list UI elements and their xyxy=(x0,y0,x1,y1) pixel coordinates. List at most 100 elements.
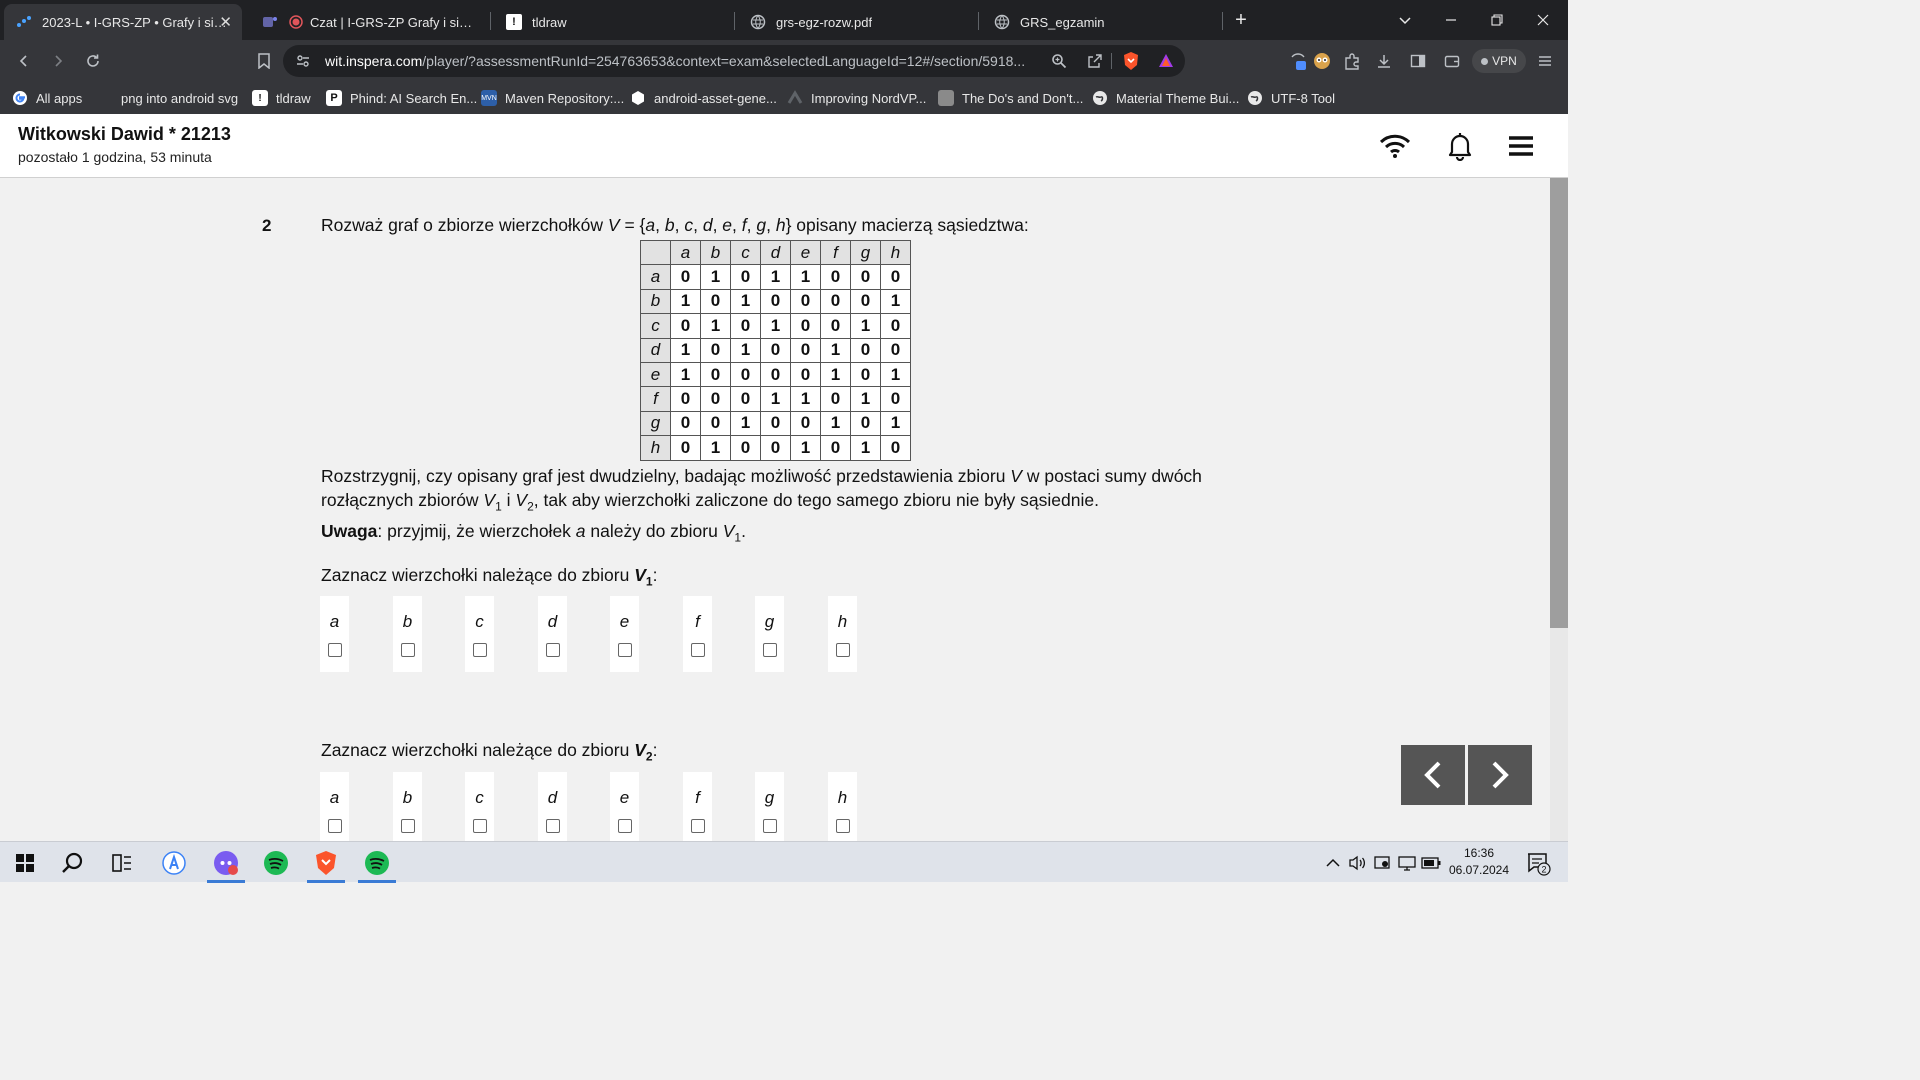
new-tab-button[interactable]: + xyxy=(1218,0,1264,40)
v2-option-b[interactable]: b xyxy=(393,772,422,841)
search-icon[interactable] xyxy=(50,842,96,883)
restore-button[interactable] xyxy=(1474,0,1520,40)
matrix-cell: 1 xyxy=(820,410,851,437)
checkbox[interactable] xyxy=(545,643,560,657)
close-window-button[interactable] xyxy=(1520,0,1566,40)
matrix-cell: 0 xyxy=(850,288,881,315)
sidebar-icon[interactable] xyxy=(1405,48,1431,74)
show-hidden-icons-chevron-icon[interactable] xyxy=(1322,852,1344,874)
bookmark-page-icon[interactable] xyxy=(251,48,277,74)
v2-option-f[interactable]: f xyxy=(683,772,712,841)
v1-option-e[interactable]: e xyxy=(610,596,639,672)
scrollbar-thumb[interactable] xyxy=(1550,178,1568,628)
checkbox[interactable] xyxy=(762,643,777,657)
bookmark-png-into-android-svg[interactable]: png into android svg xyxy=(121,88,238,108)
downloads-icon[interactable] xyxy=(1371,48,1397,74)
back-button[interactable] xyxy=(11,48,37,74)
bookmark-utf8-tool[interactable]: UTF-8 Tool xyxy=(1247,88,1335,108)
v1-option-c[interactable]: c xyxy=(465,596,494,672)
bookmark-phind[interactable]: P Phind: AI Search En... xyxy=(326,88,477,108)
bookmark-all-apps[interactable]: All apps xyxy=(12,88,82,108)
checkbox[interactable] xyxy=(400,643,415,657)
v2-option-h[interactable]: h xyxy=(828,772,857,841)
matrix-cell: 0 xyxy=(880,313,911,339)
battery-icon[interactable] xyxy=(1420,852,1442,874)
hamburger-menu-icon[interactable] xyxy=(1503,128,1539,164)
tab-pdf[interactable]: grs-egz-rozw.pdf xyxy=(738,4,974,40)
v2-option-g[interactable]: g xyxy=(755,772,784,841)
v2-option-d[interactable]: d xyxy=(538,772,567,841)
address-bar[interactable]: wit.inspera.com/player/?assessmentRunId=… xyxy=(283,45,1185,77)
v1-option-a[interactable]: a xyxy=(320,596,349,672)
brave-browser-icon[interactable] xyxy=(303,842,349,883)
extension-owl-icon[interactable] xyxy=(1309,48,1335,74)
checkbox[interactable] xyxy=(327,819,342,833)
bookmark-nordvpn[interactable]: Improving NordVP... xyxy=(787,88,926,108)
checkbox[interactable] xyxy=(545,819,560,833)
minimize-button[interactable] xyxy=(1428,0,1474,40)
v1-option-g[interactable]: g xyxy=(755,596,784,672)
v1-option-h[interactable]: h xyxy=(828,596,857,672)
v1-option-d[interactable]: d xyxy=(538,596,567,672)
checkbox[interactable] xyxy=(400,819,415,833)
extensions-puzzle-icon[interactable] xyxy=(1339,48,1365,74)
checkbox[interactable] xyxy=(472,819,487,833)
volume-icon[interactable] xyxy=(1346,852,1368,874)
system-clock[interactable]: 16:36 06.07.2024 xyxy=(1446,845,1512,879)
v2-option-c[interactable]: c xyxy=(465,772,494,841)
matrix-cell: 0 xyxy=(820,386,851,412)
wallet-icon[interactable] xyxy=(1439,48,1465,74)
network-icon[interactable] xyxy=(1372,852,1394,874)
site-settings-icon[interactable] xyxy=(293,51,313,71)
share-icon[interactable] xyxy=(1085,51,1105,71)
menu-icon[interactable] xyxy=(1532,48,1558,74)
bookmark-tldraw[interactable]: ! tldraw xyxy=(252,88,311,108)
checkbox[interactable] xyxy=(617,819,632,833)
checkbox[interactable] xyxy=(690,819,705,833)
discord-icon[interactable] xyxy=(203,842,249,883)
checkbox[interactable] xyxy=(835,643,850,657)
checkbox[interactable] xyxy=(472,643,487,657)
notifications-icon[interactable]: 2 xyxy=(1524,852,1552,876)
zoom-icon[interactable] xyxy=(1049,51,1069,71)
vpn-button[interactable]: VPN xyxy=(1472,49,1526,73)
windows-start-icon[interactable] xyxy=(2,842,48,883)
bookmark-maven[interactable]: MVN Maven Repository:... xyxy=(481,88,624,108)
forward-button[interactable] xyxy=(45,48,71,74)
checkbox[interactable] xyxy=(762,819,777,833)
tab-title: GRS_egzamin xyxy=(1020,14,1105,30)
task-view-icon[interactable] xyxy=(99,842,145,883)
app-store-icon[interactable] xyxy=(151,842,197,883)
extension-sync-icon[interactable] xyxy=(1285,48,1311,74)
checkbox[interactable] xyxy=(617,643,632,657)
checkbox[interactable] xyxy=(835,819,850,833)
matrix-cell: 0 xyxy=(790,313,821,339)
url-text[interactable]: wit.inspera.com/player/?assessmentRunId=… xyxy=(325,53,1045,69)
brave-rewards-icon[interactable] xyxy=(1156,51,1176,71)
close-tab-icon[interactable]: ✕ xyxy=(219,13,232,31)
tab-teams[interactable]: Czat | I-GRS-ZP Grafy i sieci (1. te xyxy=(250,4,486,40)
v2-option-a[interactable]: a xyxy=(320,772,349,841)
bookmark-material-theme-builder[interactable]: Material Theme Bui... xyxy=(1092,88,1239,108)
tab-search-chevron-icon[interactable] xyxy=(1382,0,1428,40)
tab-tldraw[interactable]: ! tldraw xyxy=(494,4,730,40)
wifi-icon[interactable] xyxy=(1377,128,1413,164)
tab-grs-egzamin[interactable]: GRS_egzamin xyxy=(982,4,1218,40)
clock-date: 06.07.2024 xyxy=(1448,863,1510,877)
checkbox[interactable] xyxy=(690,643,705,657)
v1-option-f[interactable]: f xyxy=(683,596,712,672)
spotify-icon[interactable] xyxy=(253,842,299,883)
notification-bell-icon[interactable] xyxy=(1442,128,1478,164)
tab-inspera[interactable]: 2023-L • I-GRS-ZP • Grafy i sieci ✕ xyxy=(4,4,242,40)
previous-question-button[interactable] xyxy=(1401,745,1465,805)
bookmark-android-asset-generator[interactable]: android-asset-gene... xyxy=(630,88,777,108)
display-icon[interactable] xyxy=(1396,852,1418,874)
v2-option-e[interactable]: e xyxy=(610,772,639,841)
bookmark-dos-and-donts[interactable]: The Do's and Don't... xyxy=(938,88,1083,108)
spotify-running-icon[interactable] xyxy=(354,842,400,883)
brave-shields-icon[interactable] xyxy=(1121,51,1141,71)
reload-button[interactable] xyxy=(80,48,106,74)
checkbox[interactable] xyxy=(327,643,342,657)
next-question-button[interactable] xyxy=(1468,745,1532,805)
v1-option-b[interactable]: b xyxy=(393,596,422,672)
